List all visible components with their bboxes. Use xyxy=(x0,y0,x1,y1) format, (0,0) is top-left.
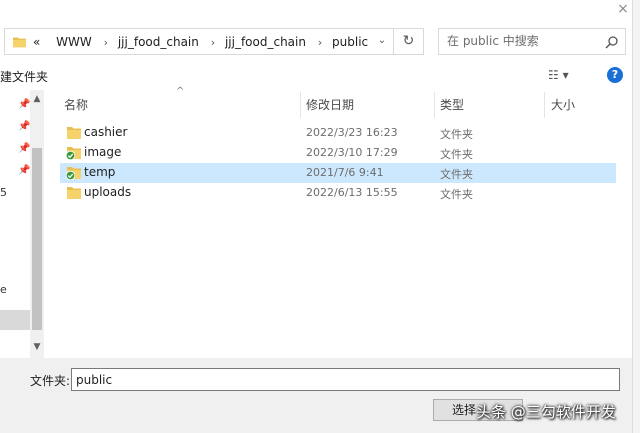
refresh-icon[interactable]: ↻ xyxy=(394,28,424,55)
column-divider xyxy=(544,92,545,118)
folder-name-input[interactable] xyxy=(71,368,620,391)
folder-label: 文件夹: xyxy=(30,374,71,388)
chevron-right-icon[interactable]: › xyxy=(104,36,108,49)
nav-item-selected[interactable] xyxy=(0,310,30,330)
folder-icon xyxy=(67,127,81,139)
new-folder-button[interactable]: 建文件夹 xyxy=(0,68,48,85)
file-name[interactable]: uploads xyxy=(84,185,131,199)
file-type: 文件夹 xyxy=(440,128,473,141)
table-row[interactable]: uploads 2022/6/13 15:55 文件夹 xyxy=(60,183,616,203)
column-header-date[interactable]: 修改日期 xyxy=(306,96,354,118)
table-row[interactable]: temp 2021/7/6 9:41 文件夹 xyxy=(60,163,616,183)
watermark: 头条 @三勾软件开发 xyxy=(476,403,616,421)
chevron-right-icon[interactable]: › xyxy=(211,36,215,49)
pin-icon[interactable]: 📌 xyxy=(18,143,30,155)
nav-item-clipped[interactable]: 5 xyxy=(0,186,7,199)
folder-icon xyxy=(13,37,26,48)
file-modified-date: 2022/6/13 15:55 xyxy=(306,186,398,199)
file-name[interactable]: cashier xyxy=(84,125,127,139)
folder-icon xyxy=(66,167,81,180)
file-modified-date: 2021/7/6 9:41 xyxy=(306,166,384,179)
scroll-up-icon[interactable]: ▲ xyxy=(30,94,44,106)
column-divider xyxy=(300,92,301,118)
pin-icon[interactable]: 📌 xyxy=(18,165,30,177)
search-icon[interactable] xyxy=(605,35,619,49)
chevron-right-icon[interactable]: › xyxy=(318,36,322,49)
address-bar[interactable]: « WWW › jjj_food_chain › jjj_food_chain … xyxy=(4,28,394,55)
breadcrumb-overflow[interactable]: « xyxy=(33,35,40,49)
file-modified-date: 2022/3/23 16:23 xyxy=(306,126,398,139)
file-type: 文件夹 xyxy=(440,148,473,161)
file-type: 文件夹 xyxy=(440,188,473,201)
folder-icon xyxy=(66,147,81,160)
file-name[interactable]: temp xyxy=(84,165,115,179)
folder-icon xyxy=(67,187,81,199)
table-row[interactable]: image 2022/3/10 17:29 文件夹 xyxy=(60,143,616,163)
breadcrumb-jjj-food-chain-1[interactable]: jjj_food_chain xyxy=(118,35,199,49)
pin-icon[interactable]: 📌 xyxy=(18,99,30,111)
column-header-name[interactable]: 名称 xyxy=(64,96,88,118)
pin-icon[interactable]: 📌 xyxy=(18,121,30,133)
search-box[interactable] xyxy=(438,28,626,55)
file-name[interactable]: image xyxy=(84,145,121,159)
nav-scrollbar-thumb[interactable] xyxy=(32,148,42,330)
breadcrumb-jjj-food-chain-2[interactable]: jjj_food_chain xyxy=(225,35,306,49)
chevron-down-icon[interactable]: ⌄ xyxy=(375,34,389,48)
breadcrumb-public[interactable]: public xyxy=(332,35,368,49)
file-type: 文件夹 xyxy=(440,168,473,181)
breadcrumb: « WWW › jjj_food_chain › jjj_food_chain … xyxy=(33,35,370,49)
close-icon[interactable]: × xyxy=(616,2,630,16)
table-row[interactable]: cashier 2022/3/23 16:23 文件夹 xyxy=(60,123,616,143)
view-options-icon[interactable]: ☷ ▾ xyxy=(548,68,584,84)
sort-ascending-icon: ^ xyxy=(176,86,185,97)
window-right-edge xyxy=(632,0,640,433)
breadcrumb-www[interactable]: WWW xyxy=(56,35,92,49)
nav-item-clipped[interactable]: e xyxy=(0,283,7,296)
column-header-type[interactable]: 类型 xyxy=(440,96,464,118)
help-icon[interactable]: ? xyxy=(607,67,623,83)
file-modified-date: 2022/3/10 17:29 xyxy=(306,146,398,159)
column-divider xyxy=(434,92,435,118)
column-header-size[interactable]: 大小 xyxy=(551,96,575,118)
scroll-down-icon[interactable]: ▼ xyxy=(30,342,44,354)
search-input[interactable] xyxy=(447,34,597,48)
